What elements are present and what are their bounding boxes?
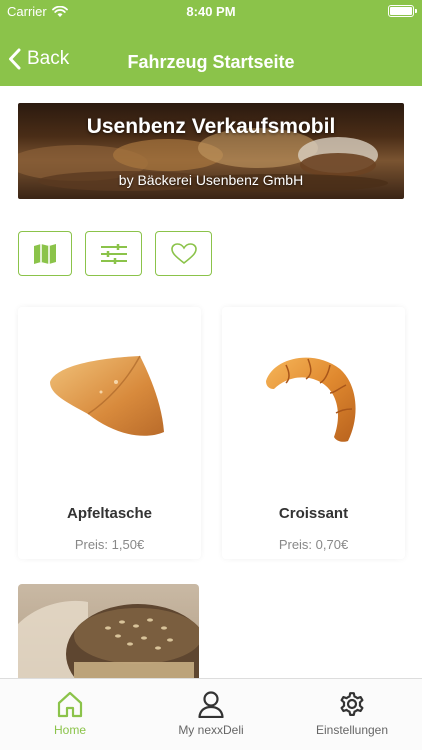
product-card-bread[interactable] [18, 584, 199, 684]
tab-home-label: Home [53, 723, 86, 737]
product-name: Apfeltasche [66, 505, 153, 522]
product-card-croissant[interactable]: Croissant Preis: 0,70€ [222, 307, 405, 559]
favorites-button[interactable] [155, 231, 212, 276]
action-toolbar [18, 231, 212, 276]
navigation-bar: Back Fahrzeug Startseite [0, 40, 422, 84]
croissant-image [266, 357, 356, 442]
tab-einstellungen-label: Einstellungen [315, 723, 389, 737]
banner-title: Usenbenz Verkaufsmobil [86, 115, 336, 138]
product-name: Croissant [278, 505, 349, 522]
map-icon [34, 243, 56, 264]
user-icon [198, 691, 224, 718]
battery-icon [388, 5, 417, 17]
tab-bar: Home My nexxDeli Einstellungen [0, 678, 422, 750]
status-time: 8:40 PM [186, 4, 236, 19]
product-card-apfeltasche[interactable]: Apfeltasche Preis: 1,50€ [18, 307, 201, 559]
tab-my-nexxdeli[interactable]: My nexxDeli [141, 679, 281, 750]
heart-icon [170, 242, 197, 264]
tab-home[interactable]: Home [0, 679, 140, 750]
product-price: Preis: 1,50€ [74, 537, 145, 552]
app-header: Carrier 8:40 PM Back Fahrzeug Startseite [0, 0, 422, 86]
seeded-bread-image [18, 600, 199, 684]
filter-button[interactable] [85, 231, 142, 276]
product-price: Preis: 0,70€ [278, 537, 349, 552]
page-title: Fahrzeug Startseite [127, 52, 295, 72]
gear-icon [340, 692, 364, 717]
apfeltasche-image [50, 355, 164, 436]
banner-subtitle: by Bäckerei Usenbenz GmbH [118, 172, 304, 188]
tab-einstellungen[interactable]: Einstellungen [282, 679, 422, 750]
tab-my-nexxdeli-label: My nexxDeli [178, 723, 244, 737]
map-button[interactable] [18, 231, 72, 276]
filter-sliders-icon [100, 243, 127, 264]
status-bar: Carrier 8:40 PM [0, 0, 422, 22]
vendor-banner: Usenbenz Verkaufsmobil by Bäckerei Usenb… [18, 103, 404, 199]
home-icon [57, 691, 83, 718]
